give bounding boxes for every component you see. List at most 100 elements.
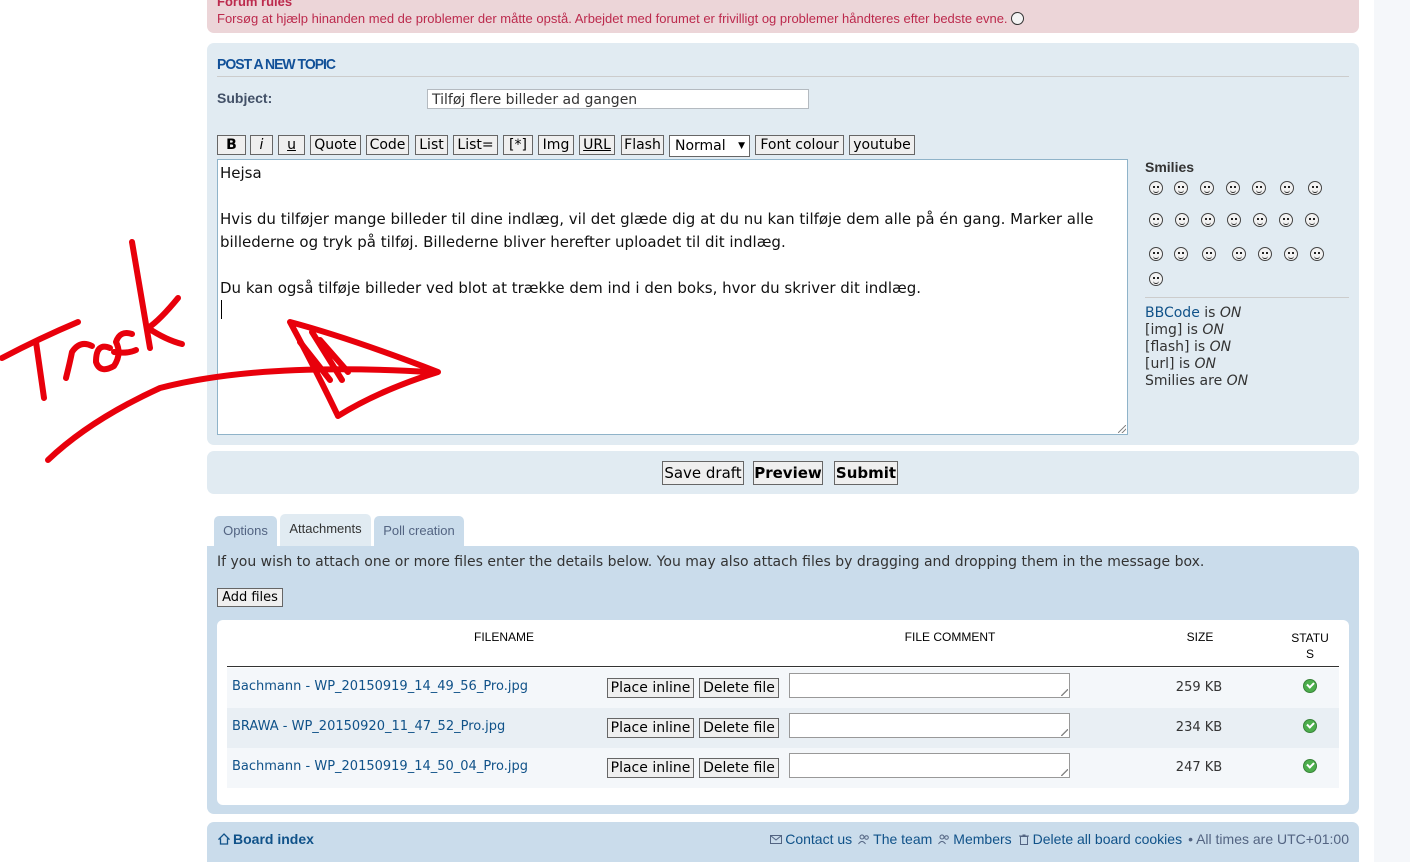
smilies-panel: Smilies [1145, 159, 1349, 175]
quote-button[interactable]: Quote [310, 135, 361, 155]
delete-file-button[interactable]: Delete file [699, 758, 779, 778]
forum-rules-text: Forsøg at hjælp hinanden med de probleme… [217, 11, 1025, 26]
smiley-icon[interactable] [1252, 181, 1266, 195]
resize-grip-icon [1061, 689, 1068, 696]
footer-navbar: Board index Contact us The team Members … [207, 822, 1359, 862]
code-button[interactable]: Code [366, 135, 409, 155]
attachments-panel: If you wish to attach one or more files … [207, 546, 1359, 814]
members-link[interactable]: Members [938, 831, 1012, 847]
status-ok-icon [1303, 719, 1317, 733]
bold-button[interactable]: B [217, 135, 246, 155]
list-button[interactable]: List [415, 135, 448, 155]
img-button[interactable]: Img [538, 135, 574, 155]
smiley-icon[interactable] [1175, 213, 1189, 227]
smiley-icon[interactable] [1284, 247, 1298, 261]
url-button[interactable]: URL [579, 135, 615, 155]
message-line: Hejsa [220, 164, 262, 182]
handwritten-drag-annotation [0, 239, 441, 463]
home-icon [218, 833, 230, 845]
file-comment-input[interactable] [789, 673, 1070, 698]
smiley-icon[interactable] [1227, 213, 1241, 227]
smiley-icon[interactable] [1174, 181, 1188, 195]
tab-attachments[interactable]: Attachments [280, 514, 371, 546]
forum-rules-box: Forum rules Forsøg at hjælp hinanden med… [207, 0, 1359, 33]
board-index-link[interactable]: Board index [233, 831, 314, 847]
timezone-text: • All times are UTC+01:00 [1188, 831, 1349, 847]
submit-button[interactable]: Submit [834, 461, 898, 485]
header-divider [227, 666, 1339, 667]
envelope-icon [770, 835, 783, 844]
smiley-icon[interactable] [1201, 213, 1215, 227]
delete-file-button[interactable]: Delete file [699, 678, 779, 698]
place-inline-button[interactable]: Place inline [607, 678, 694, 698]
tab-poll-creation[interactable]: Poll creation [374, 516, 464, 546]
filename-header: FILENAME [473, 630, 534, 644]
subject-input[interactable]: Tilføj flere billeder ad gangen [427, 89, 809, 109]
font-colour-button[interactable]: Font colour [755, 135, 844, 155]
status-header: STATU S [1291, 631, 1329, 661]
smiley-icon[interactable] [1258, 247, 1272, 261]
file-comment-input[interactable] [789, 753, 1070, 778]
smile-icon [1011, 12, 1025, 25]
flash-button[interactable]: Flash [621, 135, 664, 155]
resize-grip-icon [1061, 769, 1068, 776]
size-header: SIZE [1186, 630, 1214, 644]
file-name-link[interactable]: Bachmann - WP_20150919_14_50_04_Pro.jpg [232, 759, 528, 774]
smiley-icon[interactable] [1232, 247, 1246, 261]
place-inline-button[interactable]: Place inline [607, 758, 694, 778]
footer-links: Contact us The team Members Delete all b… [770, 831, 1349, 847]
smiley-icon[interactable] [1279, 213, 1293, 227]
font-size-select[interactable]: Normal ▼ [669, 135, 750, 157]
status-ok-icon [1303, 759, 1317, 773]
file-row: Bachmann - WP_20150919_14_50_04_Pro.jpg … [227, 748, 1339, 788]
bbcode-status: BBCode is ON [img] is ON [flash] is ON [… [1145, 305, 1249, 389]
smiley-icon[interactable] [1174, 247, 1188, 261]
resize-grip-icon [1061, 729, 1068, 736]
smiley-icon[interactable] [1305, 213, 1319, 227]
smiley-icon[interactable] [1310, 247, 1324, 261]
divider [217, 76, 1349, 77]
list-item-button[interactable]: [*] [503, 135, 533, 155]
resize-grip-icon[interactable] [1118, 425, 1126, 433]
smiley-icon[interactable] [1202, 247, 1216, 261]
file-comment-input[interactable] [789, 713, 1070, 738]
preview-button[interactable]: Preview [753, 461, 823, 485]
trash-icon [1018, 834, 1029, 845]
add-files-button[interactable]: Add files [217, 588, 283, 607]
place-inline-button[interactable]: Place inline [607, 718, 694, 738]
smiley-icon[interactable] [1149, 272, 1163, 286]
underline-button[interactable]: u [278, 135, 305, 155]
file-comment-header: FILE COMMENT [904, 630, 996, 644]
ordered-list-button[interactable]: List= [453, 135, 498, 155]
youtube-button[interactable]: youtube [849, 135, 915, 155]
dropdown-arrow-icon: ▼ [738, 141, 745, 151]
delete-cookies-link[interactable]: Delete all board cookies [1018, 831, 1182, 847]
file-size: 234 KB [1175, 720, 1223, 735]
italic-button[interactable]: i [250, 135, 273, 155]
members-icon [938, 834, 950, 845]
contact-link[interactable]: Contact us [770, 831, 852, 847]
smiley-icon[interactable] [1200, 181, 1214, 195]
smiley-icon[interactable] [1149, 213, 1163, 227]
smiley-icon[interactable] [1149, 181, 1163, 195]
message-line: Hvis du tilføjer mange billeder til dine… [220, 210, 1094, 228]
divider [1145, 297, 1349, 298]
post-panel-title: POST A NEW TOPIC [217, 55, 336, 73]
file-name-link[interactable]: Bachmann - WP_20150919_14_49_56_Pro.jpg [232, 679, 528, 694]
save-draft-button[interactable]: Save draft [662, 461, 744, 485]
bbcode-faq-link[interactable]: BBCode [1145, 305, 1200, 321]
smiley-icon[interactable] [1280, 181, 1294, 195]
file-list: FILENAME FILE COMMENT SIZE STATU S Bachma… [217, 620, 1349, 805]
team-link[interactable]: The team [858, 831, 932, 847]
team-icon [858, 834, 869, 845]
file-name-link[interactable]: BRAWA - WP_20150920_11_47_52_Pro.jpg [232, 719, 505, 734]
file-size: 259 KB [1175, 680, 1223, 695]
smiley-icon[interactable] [1226, 181, 1240, 195]
tab-options[interactable]: Options [214, 516, 277, 546]
delete-file-button[interactable]: Delete file [699, 718, 779, 738]
subject-label: Subject: [217, 90, 273, 106]
smiley-icon[interactable] [1149, 247, 1163, 261]
smiley-icon[interactable] [1308, 181, 1322, 195]
smiley-icon[interactable] [1253, 213, 1267, 227]
status-ok-icon [1303, 679, 1317, 693]
